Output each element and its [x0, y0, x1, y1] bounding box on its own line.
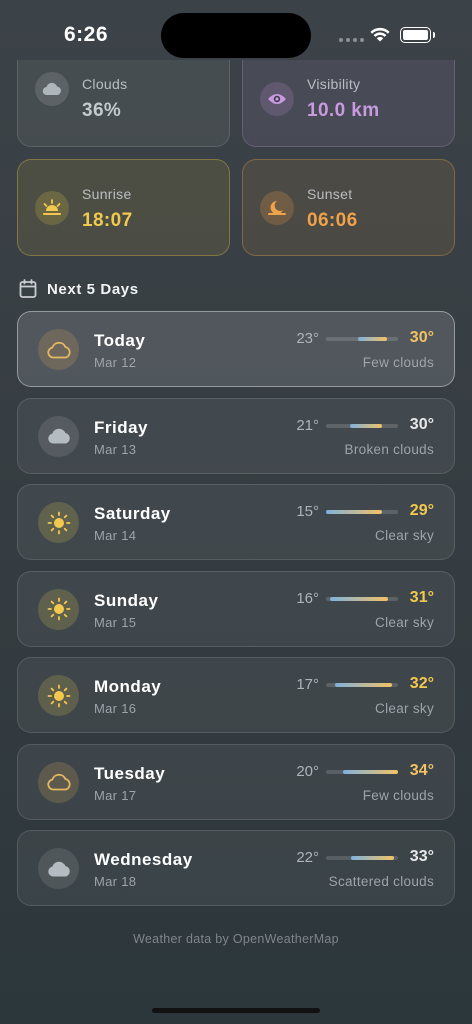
low-temp: 22°	[296, 849, 319, 866]
sunrise-icon	[35, 191, 69, 225]
day-name: Monday	[94, 677, 162, 696]
condition-text: Few clouds	[362, 787, 434, 803]
temp-range-bar	[326, 769, 398, 774]
day-date: Mar 13	[94, 441, 137, 457]
sunrise-label: Sunrise	[82, 186, 132, 202]
condition-text: Few clouds	[362, 355, 434, 370]
day-name: Today	[94, 331, 146, 350]
sunset-value: 06:06	[307, 210, 358, 231]
condition-text: Broken clouds	[344, 441, 434, 457]
signal-icon	[339, 38, 364, 42]
sunset-label: Sunset	[307, 186, 353, 202]
condition-text: Clear sky	[375, 701, 434, 716]
high-temp: 30°	[409, 329, 434, 346]
sunset-tile: Sunset 06:06	[242, 159, 455, 256]
visibility-label: Visibility	[307, 76, 361, 92]
condition-text: Clear sky	[375, 528, 434, 543]
cloud-outline-icon	[38, 761, 79, 803]
low-temp: 23°	[296, 330, 319, 347]
visibility-tile: Visibility 10.0 km	[242, 60, 455, 147]
temp-range-bar	[326, 683, 398, 687]
home-indicator[interactable]	[152, 1008, 320, 1013]
temp-range-bar	[326, 596, 398, 601]
day-date: Mar 14	[94, 528, 137, 543]
high-temp: 33°	[409, 848, 434, 865]
forecast-day-row[interactable]: Sunday Mar 15 16° 31° Clear sky	[17, 570, 455, 647]
forecast-title: Next 5 Days	[47, 280, 139, 298]
cloud-filled-icon	[38, 415, 79, 457]
visibility-value: 10.0 km	[307, 100, 380, 121]
forecast-day-row[interactable]: Wednesday Mar 18 22° 33° Scattered clouds	[17, 830, 455, 906]
cloud-filled-icon	[38, 848, 79, 889]
sunset-icon	[260, 191, 294, 225]
sun-icon	[38, 502, 79, 543]
forecast-day-row[interactable]: Saturday Mar 14 15° 29° Clear sky	[17, 484, 455, 560]
condition-text: Scattered clouds	[328, 874, 434, 889]
sun-icon	[38, 675, 79, 716]
sun-icon	[38, 588, 79, 630]
day-name: Tuesday	[94, 763, 166, 783]
cloud-icon	[35, 72, 69, 106]
condition-text: Clear sky	[375, 614, 434, 630]
forecast-header: Next 5 Days	[19, 279, 139, 299]
wifi-icon	[370, 27, 390, 42]
day-name: Sunday	[94, 590, 159, 610]
temp-range-bar	[326, 510, 398, 514]
temp-range-bar	[326, 337, 398, 341]
sunrise-tile: Sunrise 18:07	[17, 159, 230, 256]
low-temp: 20°	[296, 762, 319, 780]
calendar-icon	[19, 279, 37, 298]
day-name: Friday	[94, 417, 149, 437]
high-temp: 32°	[409, 675, 434, 692]
dynamic-island	[161, 13, 311, 58]
forecast-day-row[interactable]: Tuesday Mar 17 20° 34° Few clouds	[17, 743, 455, 820]
status-time: 6:26	[64, 23, 109, 46]
day-name: Wednesday	[94, 850, 193, 869]
clouds-tile: Clouds 36%	[17, 60, 230, 147]
low-temp: 17°	[296, 676, 319, 693]
low-temp: 15°	[296, 503, 319, 520]
high-temp: 30°	[409, 415, 434, 433]
sunrise-value: 18:07	[82, 210, 133, 231]
cloud-outline-icon	[38, 329, 79, 370]
day-date: Mar 18	[94, 874, 137, 889]
low-temp: 16°	[296, 589, 319, 607]
clouds-label: Clouds	[82, 76, 128, 92]
day-date: Mar 12	[94, 355, 137, 370]
day-name: Saturday	[94, 504, 171, 523]
temp-range-bar	[326, 856, 398, 860]
day-date: Mar 16	[94, 701, 137, 716]
battery-icon	[400, 27, 435, 43]
day-date: Mar 15	[94, 614, 137, 630]
eye-icon	[260, 82, 294, 116]
high-temp: 31°	[409, 588, 434, 606]
high-temp: 29°	[409, 502, 434, 519]
forecast-day-row[interactable]: Friday Mar 13 21° 30° Broken clouds	[17, 397, 455, 474]
data-credit: Weather data by OpenWeatherMap	[133, 932, 339, 946]
forecast-day-row[interactable]: Today Mar 12 23° 30° Few clouds	[17, 311, 455, 387]
clouds-value: 36%	[82, 100, 122, 121]
forecast-day-row[interactable]: Monday Mar 16 17° 32° Clear sky	[17, 657, 455, 733]
day-date: Mar 17	[94, 787, 137, 803]
temp-range-bar	[326, 423, 398, 428]
low-temp: 21°	[296, 416, 319, 434]
high-temp: 34°	[409, 761, 434, 779]
